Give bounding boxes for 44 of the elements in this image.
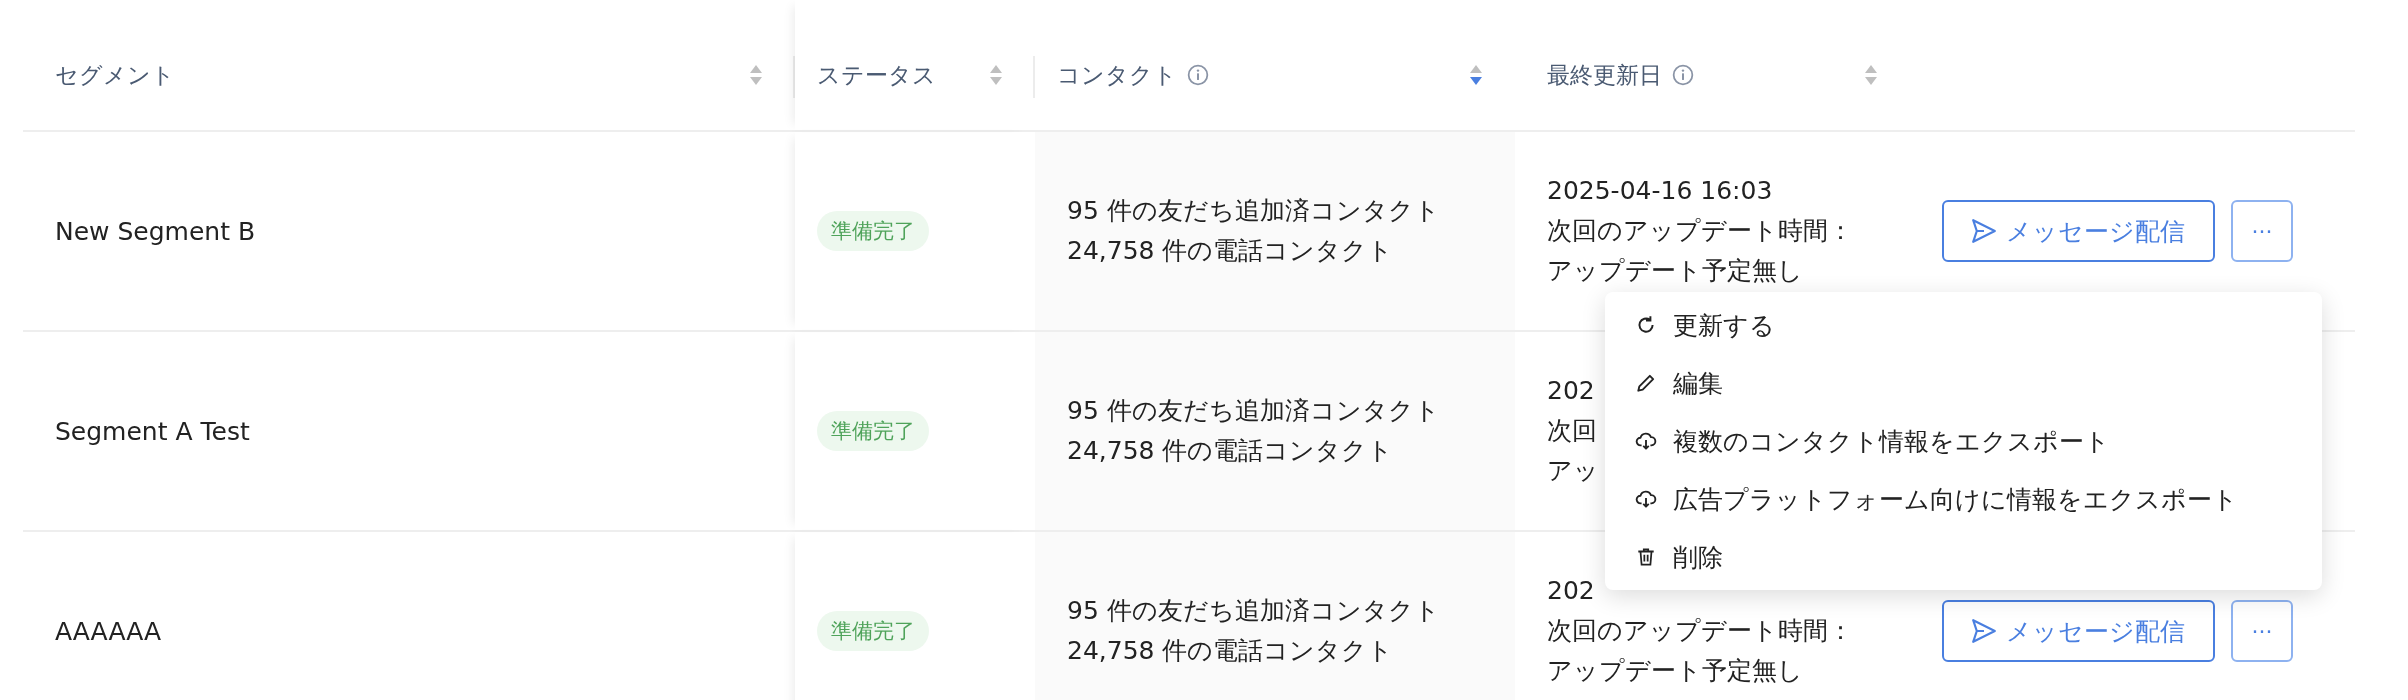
cloud-download-icon	[1635, 488, 1657, 510]
send-message-button[interactable]: メッセージ配信	[1942, 600, 2215, 662]
contact-count: 95 件の友だち追加済コンタクト	[1067, 595, 1440, 627]
column-header[interactable]: セグメント	[55, 59, 175, 91]
menu-item[interactable]: 複数のコンタクト情報をエクスポート	[1605, 412, 2322, 470]
update-info: 2025-04-16 16:03	[1547, 175, 1773, 207]
sort-icon[interactable]	[1469, 64, 1483, 86]
send-icon	[1972, 219, 1996, 243]
column-header[interactable]: ステータス	[817, 59, 936, 91]
update-info: アップデート予定無し	[1547, 655, 1803, 687]
contact-count: 24,758 件の電話コンタクト	[1067, 235, 1394, 267]
menu-item[interactable]: 更新する	[1605, 296, 2322, 354]
update-info: 次回のアップデート時間：	[1547, 215, 1853, 247]
menu-item[interactable]: 削除	[1605, 528, 2322, 586]
menu-item[interactable]: 編集	[1605, 354, 2322, 412]
status-tag: 準備完了	[817, 411, 929, 451]
column-header[interactable]: コンタクト	[1057, 59, 1177, 91]
sort-icon[interactable]	[1864, 64, 1878, 86]
update-info: 202	[1547, 575, 1595, 607]
send-message-button[interactable]: メッセージ配信	[1942, 200, 2215, 262]
update-info: 次回のアップデート時間：	[1547, 615, 1853, 647]
status-tag: 準備完了	[817, 211, 929, 251]
sort-icon[interactable]	[989, 64, 1003, 86]
contact-count: 95 件の友だち追加済コンタクト	[1067, 195, 1440, 227]
pencil-icon	[1635, 372, 1657, 394]
update-info: 次回	[1547, 415, 1597, 447]
menu-item[interactable]: 広告プラットフォーム向けに情報をエクスポート	[1605, 470, 2322, 528]
contact-count: 95 件の友だち追加済コンタクト	[1067, 395, 1440, 427]
contact-count: 24,758 件の電話コンタクト	[1067, 635, 1394, 667]
contact-count: 24,758 件の電話コンタクト	[1067, 435, 1394, 467]
send-icon	[1972, 619, 1996, 643]
more-button[interactable]: ···	[2231, 600, 2293, 662]
sort-icon[interactable]	[749, 64, 763, 86]
update-info: アップデート予定無し	[1547, 255, 1803, 287]
trash-icon	[1635, 546, 1657, 568]
status-tag: 準備完了	[817, 611, 929, 651]
segment-name: AAAAAA	[55, 616, 162, 646]
segment-name: Segment A Test	[55, 416, 250, 446]
cloud-download-icon	[1635, 430, 1657, 452]
update-info: アッ	[1547, 455, 1599, 487]
more-button[interactable]: ···	[2231, 200, 2293, 262]
column-header[interactable]: 最終更新日	[1547, 59, 1662, 91]
update-info: 202	[1547, 375, 1595, 407]
segment-name: New Segment B	[55, 216, 256, 246]
